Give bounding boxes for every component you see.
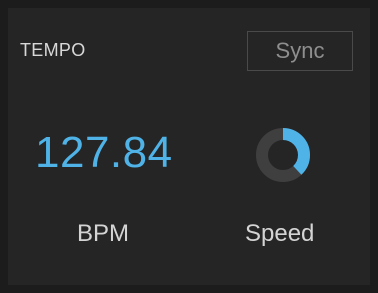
- bpm-value: 127.84: [35, 128, 173, 177]
- sync-button[interactable]: Sync: [247, 31, 353, 71]
- speed-label: Speed: [245, 220, 315, 247]
- speed-knob[interactable]: [250, 122, 316, 188]
- bpm-label: BPM: [77, 220, 130, 247]
- tempo-widget: TEMPO Sync 127.84 BPM Speed: [0, 0, 378, 293]
- tempo-title: TEMPO: [20, 40, 86, 60]
